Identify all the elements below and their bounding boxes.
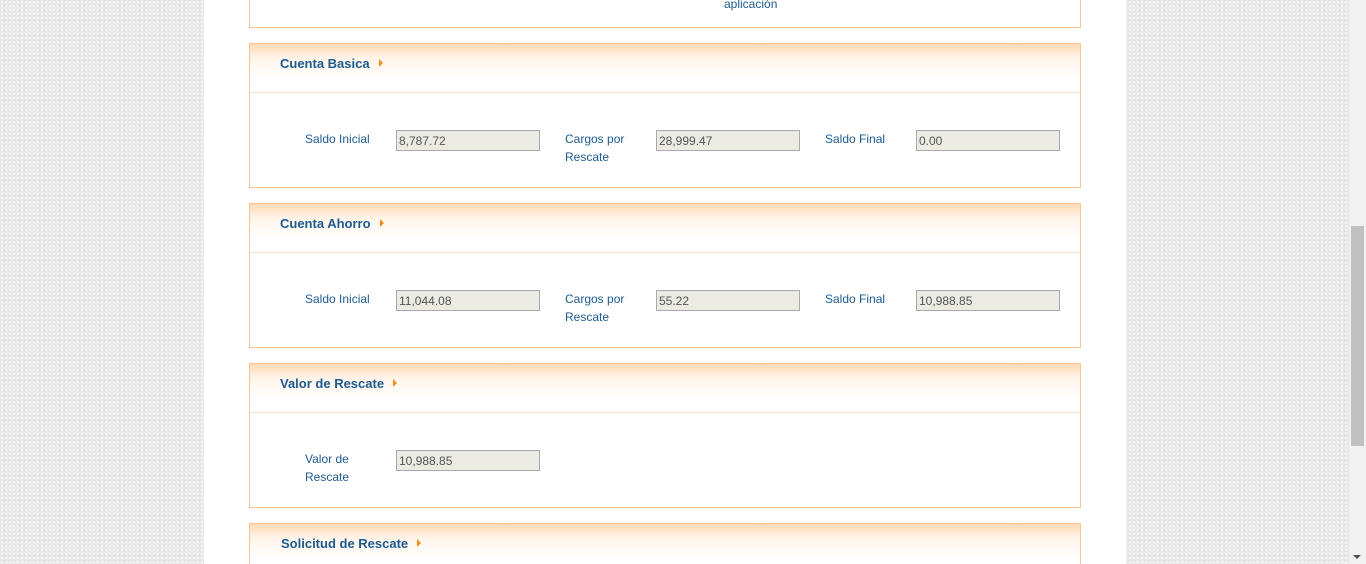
valor-rescate-panel: Valor de Rescate Valor de Rescate: [249, 363, 1081, 508]
saldo-final-field[interactable]: [916, 290, 1060, 311]
saldo-final-label: Saldo Final: [825, 132, 886, 146]
cargos-por-rescate-field[interactable]: [656, 290, 800, 311]
cuenta-basica-title[interactable]: Cuenta Basica: [280, 56, 383, 71]
cargos-por-rescate-label: Cargos por Rescate: [565, 132, 625, 164]
cuenta-ahorro-title-text: Cuenta Ahorro: [280, 216, 371, 231]
main-content: aplicación Cuenta Basica Saldo Inicial C…: [204, 0, 1126, 564]
solicitud-rescate-title[interactable]: Solicitud de Rescate: [281, 536, 422, 551]
valor-rescate-title-text: Valor de Rescate: [280, 376, 385, 391]
scrollbar-thumb[interactable]: [1351, 226, 1364, 446]
previous-panel: aplicación: [249, 0, 1081, 28]
cargos-por-rescate-field[interactable]: [656, 130, 800, 151]
cuenta-basica-header[interactable]: Cuenta Basica: [250, 44, 1080, 93]
cuenta-basica-panel: Cuenta Basica Saldo Inicial Cargos por R…: [249, 43, 1081, 188]
cuenta-ahorro-panel: Cuenta Ahorro Saldo Inicial Cargos por R…: [249, 203, 1081, 348]
saldo-inicial-field[interactable]: [396, 290, 540, 311]
saldo-inicial-field[interactable]: [396, 130, 540, 151]
previous-panel-text: aplicación: [724, 0, 778, 11]
cargos-por-rescate-label: Cargos por Rescate: [565, 292, 625, 324]
caret-right-icon: [393, 379, 398, 387]
solicitud-rescate-header[interactable]: Solicitud de Rescate: [250, 524, 1080, 564]
caret-right-icon: [417, 539, 422, 547]
valor-rescate-header[interactable]: Valor de Rescate: [250, 364, 1080, 413]
saldo-inicial-label: Saldo Inicial: [305, 132, 370, 146]
valor-de-rescate-label: Valor de Rescate: [305, 452, 350, 484]
solicitud-rescate-title-text: Solicitud de Rescate: [281, 536, 409, 551]
scroll-down-arrow-icon[interactable]: [1353, 555, 1361, 559]
cuenta-ahorro-header[interactable]: Cuenta Ahorro: [250, 204, 1080, 253]
caret-right-icon: [379, 219, 384, 227]
valor-de-rescate-field[interactable]: [396, 450, 540, 471]
saldo-final-label: Saldo Final: [825, 292, 886, 306]
cuenta-ahorro-title[interactable]: Cuenta Ahorro: [280, 216, 384, 231]
saldo-inicial-label: Saldo Inicial: [305, 292, 370, 306]
vertical-scrollbar[interactable]: [1349, 0, 1366, 564]
saldo-final-field[interactable]: [916, 130, 1060, 151]
cuenta-basica-title-text: Cuenta Basica: [280, 56, 370, 71]
solicitud-rescate-panel: Solicitud de Rescate: [249, 523, 1081, 564]
valor-rescate-title[interactable]: Valor de Rescate: [280, 376, 398, 391]
caret-right-icon: [378, 59, 383, 67]
